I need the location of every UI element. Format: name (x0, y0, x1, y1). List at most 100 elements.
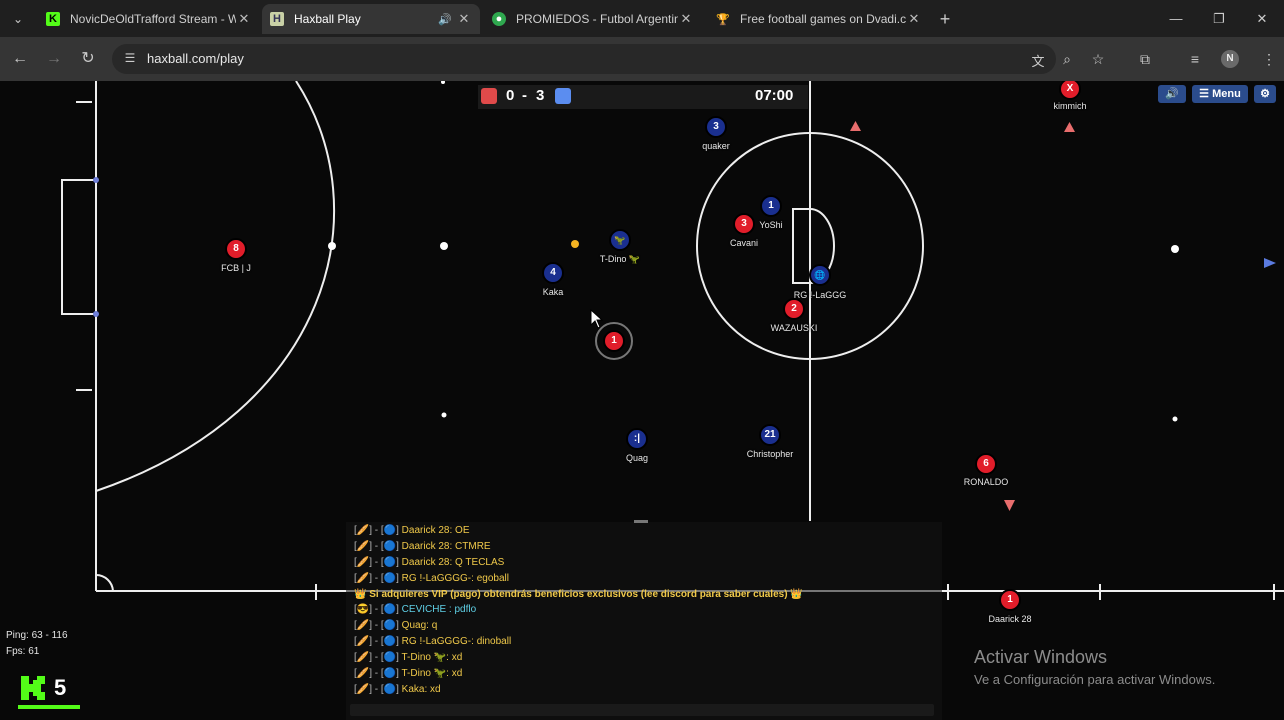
player-disc: 2 (783, 298, 805, 320)
back-arrow-icon[interactable]: ← (9, 48, 31, 70)
media-control-icon[interactable]: ≡ (1184, 48, 1206, 70)
player-name: RG !-LaGGG (793, 290, 847, 300)
field-dot (440, 242, 448, 250)
extensions-icon[interactable]: ⧉ (1134, 48, 1156, 70)
tab-search-chevron-icon[interactable]: ⌄ (7, 8, 29, 30)
player-name: RONALDO (963, 477, 1009, 487)
chat-line: [😎] - [🔵] CEVICHE : pdflo (354, 604, 477, 615)
goal-box-line (61, 179, 96, 315)
arrow-indicator-icon (1264, 258, 1276, 268)
chat-line: [🥖] - [🔵] T-Dino 🦖: xd (354, 668, 463, 679)
trophy-favicon-icon: 🏆 (716, 13, 730, 26)
player-name: Cavani (729, 238, 759, 248)
menu-button-label: Menu (1212, 88, 1241, 100)
close-tab-icon[interactable]: ✕ (236, 11, 252, 27)
tab-haxball-play[interactable]: H Haxball Play 🔊 ✕ (262, 4, 480, 34)
player-name: T-Dino 🦖 (599, 254, 641, 264)
game-timer: 07:00 (755, 87, 794, 104)
player-disc: 21 (759, 424, 781, 446)
tab-title: Haxball Play (294, 12, 361, 26)
blue-team-icon (555, 88, 571, 104)
more-menu-icon[interactable]: ⋮ (1258, 48, 1280, 70)
kick-underline (18, 705, 80, 709)
player-name: YoShi (759, 220, 783, 230)
chat-line: [🥖] - [🔵] Kaka: xd (354, 684, 441, 695)
red-team-icon (481, 88, 497, 104)
penalty-arc-line (95, 81, 335, 492)
player-name: quaker (702, 141, 730, 151)
chat-panel: [🥖] - [🔵] Daarick 28: OE [🥖] - [🔵] Daari… (346, 520, 942, 720)
goal-post (93, 311, 99, 317)
reload-icon[interactable]: ↻ (77, 48, 99, 70)
kick-logo-icon (21, 676, 45, 700)
translate-icon[interactable]: 文 (1029, 51, 1047, 69)
chat-announcement: 👑 Si adquieres VIP (pago) obtendrás bene… (354, 589, 803, 600)
windows-activation-watermark: Activar Windows Ve a Configuración para … (974, 647, 1215, 687)
tab-kick-stream[interactable]: K NovicDeOldTrafford Stream - W ✕ (38, 4, 260, 34)
promiedos-favicon-icon: ● (492, 12, 506, 26)
arrow-indicator-icon (1064, 122, 1075, 132)
chat-line: [🥖] - [🔵] Daarick 28: OE (354, 525, 470, 536)
site-info-icon[interactable]: ☰ (122, 51, 138, 67)
tab-promiedos[interactable]: ● PROMIEDOS - Futbol Argentino ✕ (484, 4, 702, 34)
chat-line: [🥖] - [🔵] Daarick 28: Q TECLAS (354, 557, 505, 568)
fps-text: Fps: 61 (6, 646, 40, 657)
player-name: WAZAUSKI (770, 323, 818, 333)
close-tab-icon[interactable]: ✕ (678, 11, 694, 27)
tab-strip: ⌄ K NovicDeOldTrafford Stream - W ✕ H Ha… (0, 0, 1284, 37)
player-name: Christopher (746, 449, 794, 459)
ball (571, 240, 579, 248)
field-dot (1171, 245, 1179, 253)
close-tab-icon[interactable]: ✕ (456, 11, 472, 27)
watermark-title: Activar Windows (974, 647, 1108, 667)
player-disc: :| (626, 428, 648, 450)
field-dot (441, 81, 445, 84)
ping-text: Ping: 63 - 116 (6, 630, 68, 641)
watermark-subtitle: Ve a Configuración para activar Windows. (974, 672, 1216, 687)
restore-icon[interactable]: ❐ (1207, 8, 1231, 30)
chat-input[interactable] (350, 704, 934, 716)
chat-line: [🥖] - [🔵] RG !-LaGGGG-: dinoball (354, 636, 512, 647)
menu-lines-icon: ☰ (1199, 88, 1210, 100)
chat-drag-handle[interactable] (634, 520, 648, 523)
player-disc: 3 (705, 116, 727, 138)
player-disc: 6 (975, 453, 997, 475)
chat-line: [🥖] - [🔵] Quag: q (354, 620, 438, 631)
tab-dvadi[interactable]: 🏆 Free football games on Dvadi.c ✕ (708, 4, 930, 34)
haxball-game-canvas[interactable]: 3 quaker X kimmich 8 FCB | J 1 YoShi 3 C… (0, 81, 1284, 720)
profile-avatar[interactable]: N (1221, 50, 1239, 68)
player-disc: 1 (999, 589, 1021, 611)
close-tab-icon[interactable]: ✕ (906, 11, 922, 27)
red-score: 0 (506, 87, 515, 104)
player-disc: 1 (760, 195, 782, 217)
field-dot (441, 412, 447, 418)
tab-title: NovicDeOldTrafford Stream - W (70, 12, 236, 26)
window-close-icon[interactable]: ✕ (1250, 8, 1274, 30)
zoom-icon[interactable]: ⌕ (1056, 48, 1078, 70)
forward-arrow-icon[interactable]: → (43, 48, 65, 70)
score-separator: - (522, 87, 527, 104)
player-name: Quag (625, 453, 649, 463)
tab-title: PROMIEDOS - Futbol Argentino (516, 12, 678, 26)
bookmark-star-icon[interactable]: ☆ (1087, 48, 1109, 70)
player-name: Daarick 28 (988, 614, 1032, 624)
player-disc: 4 (542, 262, 564, 284)
new-tab-plus-icon[interactable]: + (934, 8, 956, 30)
blue-score: 3 (536, 87, 545, 104)
settings-gear-icon[interactable]: ⚙ (1254, 85, 1276, 103)
kick-favicon-icon: K (46, 12, 60, 26)
chat-line: [🥖] - [🔵] T-Dino 🦖: xd (354, 652, 463, 663)
field-dot (328, 242, 336, 250)
menu-button[interactable]: ☰ Menu (1192, 85, 1248, 103)
player-name: kimmich (1053, 101, 1087, 111)
corner-arc-line (95, 573, 114, 592)
speaker-icon[interactable]: 🔊 (438, 13, 456, 26)
kick-viewer-count: 5 (54, 675, 67, 700)
address-bar[interactable]: ☰ haxball.com/play 文 (112, 44, 1056, 74)
sound-toggle-icon[interactable]: 🔊 (1158, 85, 1186, 103)
player-disc: 3 (733, 213, 755, 235)
field-dot (1172, 416, 1178, 422)
network-stats: Ping: 63 - 116 Fps: 61 (6, 628, 68, 660)
minimize-icon[interactable]: — (1164, 8, 1188, 30)
url-text: haxball.com/play (147, 51, 244, 66)
